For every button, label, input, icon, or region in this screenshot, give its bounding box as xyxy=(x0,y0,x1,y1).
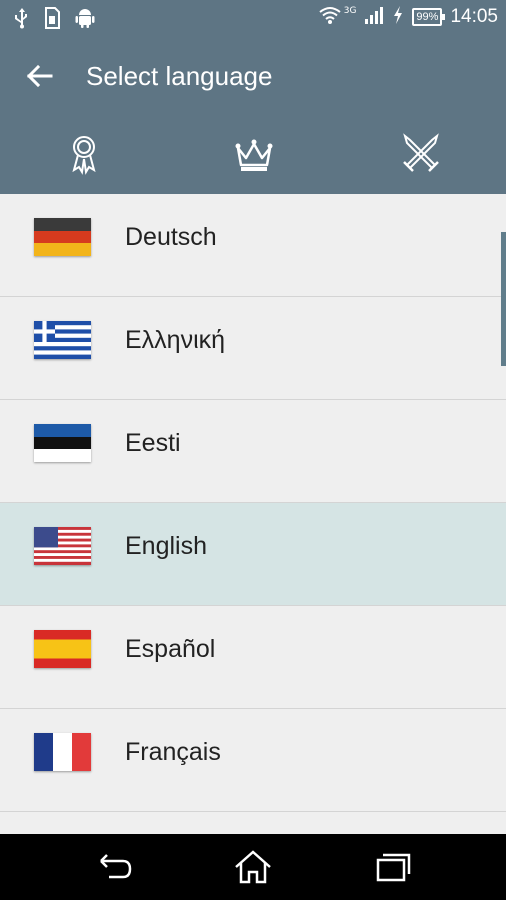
language-item-greek[interactable]: Ελληνική xyxy=(0,297,506,400)
flag-usa-icon xyxy=(34,527,91,565)
battery-icon: 99% xyxy=(412,8,446,26)
language-item-eesti[interactable]: Eesti xyxy=(0,400,506,503)
recent-apps-icon xyxy=(374,853,414,889)
flag-germany-icon xyxy=(34,218,91,256)
tab-leaderboard[interactable] xyxy=(232,132,276,176)
nav-recent-apps-button[interactable] xyxy=(374,849,414,885)
language-label: Français xyxy=(125,738,221,766)
back-button[interactable] xyxy=(22,58,58,94)
app-bar: Select language xyxy=(0,36,506,194)
tab-battle[interactable] xyxy=(399,132,443,176)
sim-card-icon xyxy=(44,7,60,33)
nav-home-button[interactable] xyxy=(233,849,273,885)
flag-estonia-icon xyxy=(34,424,91,462)
language-item-francais[interactable]: Français xyxy=(0,709,506,812)
network-type: 3G xyxy=(343,6,357,16)
clock: 14:05 xyxy=(450,6,498,27)
language-item-english[interactable]: English xyxy=(0,503,506,606)
language-item-espanol[interactable]: Español xyxy=(0,606,506,709)
navigation-bar xyxy=(0,834,506,900)
flag-spain-icon xyxy=(34,630,91,668)
scrollbar-thumb[interactable] xyxy=(501,232,506,366)
android-icon xyxy=(74,7,96,33)
page-title: Select language xyxy=(86,61,273,91)
crossed-swords-icon xyxy=(399,132,443,176)
signal-icon xyxy=(364,5,384,29)
charging-icon xyxy=(392,5,404,29)
usb-icon xyxy=(14,7,30,33)
language-label: Deutsch xyxy=(125,223,217,251)
language-item-deutsch[interactable]: Deutsch xyxy=(0,194,506,297)
flag-greece-icon xyxy=(34,321,91,359)
language-label: Español xyxy=(125,635,216,663)
flag-france-icon xyxy=(34,733,91,771)
language-label: Eesti xyxy=(125,429,181,457)
arrow-left-icon xyxy=(22,64,58,98)
language-list[interactable]: Deutsch Ελληνική Eesti English Español F… xyxy=(0,194,506,834)
language-item-partial[interactable] xyxy=(0,812,506,834)
language-label: Ελληνική xyxy=(125,326,226,354)
crown-icon xyxy=(232,132,276,176)
wifi-icon xyxy=(318,5,342,29)
back-icon xyxy=(95,854,135,889)
language-label: English xyxy=(125,532,207,560)
award-ribbon-icon xyxy=(62,132,106,176)
tab-achievements[interactable] xyxy=(62,132,106,176)
nav-back-button[interactable] xyxy=(95,849,135,885)
home-icon xyxy=(233,850,273,889)
status-bar: 3G 99% 14:05 xyxy=(0,0,506,36)
